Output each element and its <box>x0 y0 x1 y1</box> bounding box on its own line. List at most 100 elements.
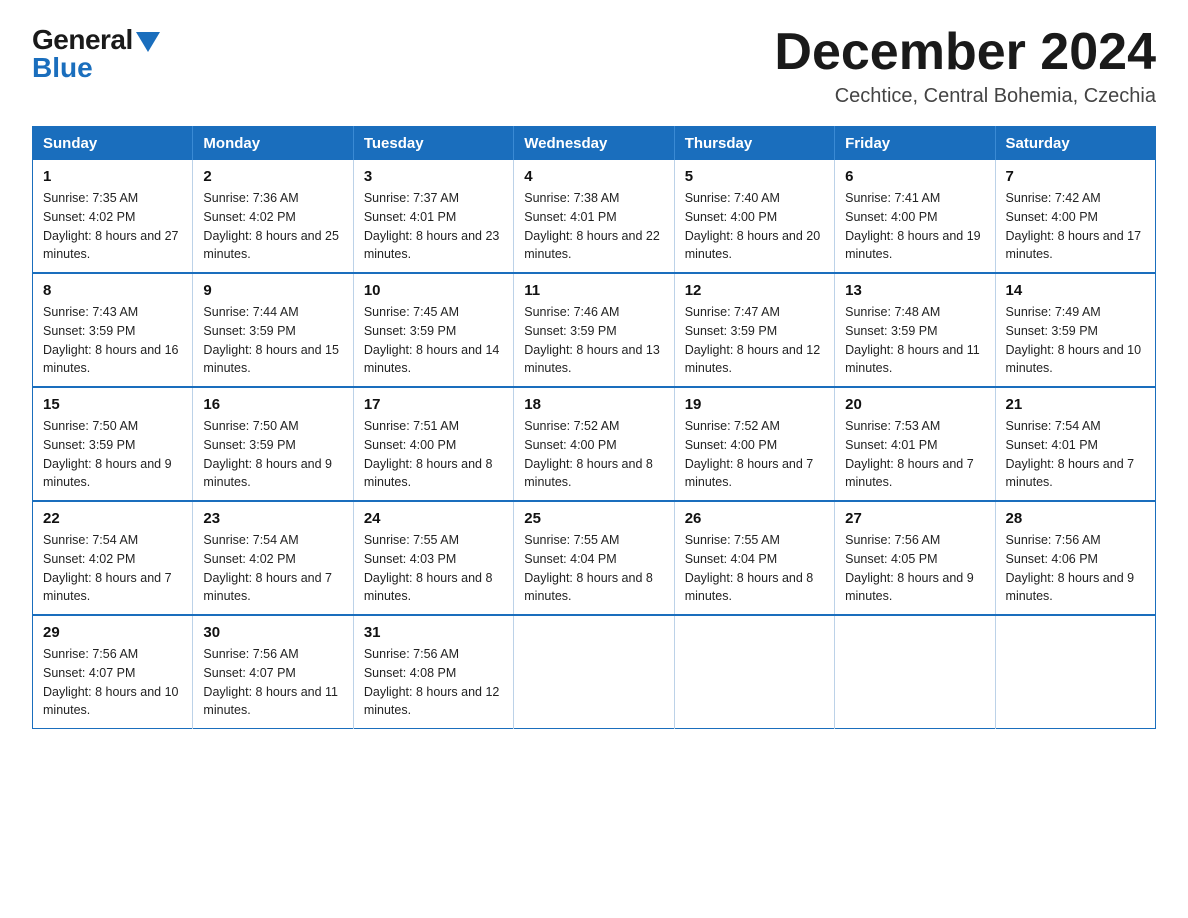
sunset-label: Sunset: 4:07 PM <box>43 666 135 680</box>
day-info: Sunrise: 7:53 AM Sunset: 4:01 PM Dayligh… <box>845 417 984 492</box>
sunset-label: Sunset: 4:04 PM <box>685 552 777 566</box>
day-info: Sunrise: 7:51 AM Sunset: 4:00 PM Dayligh… <box>364 417 503 492</box>
title-area: December 2024 Cechtice, Central Bohemia,… <box>774 24 1156 108</box>
calendar-cell: 29 Sunrise: 7:56 AM Sunset: 4:07 PM Dayl… <box>33 615 193 729</box>
calendar-cell: 24 Sunrise: 7:55 AM Sunset: 4:03 PM Dayl… <box>353 501 513 615</box>
day-info: Sunrise: 7:56 AM Sunset: 4:05 PM Dayligh… <box>845 531 984 606</box>
day-number: 7 <box>1006 168 1145 185</box>
daylight-label: Daylight: 8 hours and 20 minutes. <box>685 229 821 262</box>
sunrise-label: Sunrise: 7:43 AM <box>43 305 138 319</box>
sunset-label: Sunset: 4:03 PM <box>364 552 456 566</box>
sunset-label: Sunset: 4:00 PM <box>1006 210 1098 224</box>
calendar-week-row: 8 Sunrise: 7:43 AM Sunset: 3:59 PM Dayli… <box>33 273 1156 387</box>
sunset-label: Sunset: 4:00 PM <box>524 438 616 452</box>
page-header: General Blue December 2024 Cechtice, Cen… <box>32 24 1156 108</box>
daylight-label: Daylight: 8 hours and 27 minutes. <box>43 229 179 262</box>
calendar-cell: 1 Sunrise: 7:35 AM Sunset: 4:02 PM Dayli… <box>33 160 193 273</box>
calendar-cell: 31 Sunrise: 7:56 AM Sunset: 4:08 PM Dayl… <box>353 615 513 729</box>
calendar-cell: 23 Sunrise: 7:54 AM Sunset: 4:02 PM Dayl… <box>193 501 353 615</box>
calendar-cell: 12 Sunrise: 7:47 AM Sunset: 3:59 PM Dayl… <box>674 273 834 387</box>
day-info: Sunrise: 7:55 AM Sunset: 4:04 PM Dayligh… <box>685 531 824 606</box>
sunrise-label: Sunrise: 7:49 AM <box>1006 305 1101 319</box>
sunset-label: Sunset: 4:02 PM <box>203 552 295 566</box>
sunset-label: Sunset: 4:00 PM <box>364 438 456 452</box>
day-number: 21 <box>1006 396 1145 413</box>
day-info: Sunrise: 7:56 AM Sunset: 4:07 PM Dayligh… <box>43 645 182 720</box>
sunrise-label: Sunrise: 7:56 AM <box>845 533 940 547</box>
day-number: 16 <box>203 396 342 413</box>
day-number: 19 <box>685 396 824 413</box>
day-info: Sunrise: 7:52 AM Sunset: 4:00 PM Dayligh… <box>524 417 663 492</box>
logo-blue-text: Blue <box>32 52 93 84</box>
day-info: Sunrise: 7:54 AM Sunset: 4:02 PM Dayligh… <box>203 531 342 606</box>
daylight-label: Daylight: 8 hours and 17 minutes. <box>1006 229 1142 262</box>
sunset-label: Sunset: 4:00 PM <box>845 210 937 224</box>
sunrise-label: Sunrise: 7:56 AM <box>43 647 138 661</box>
daylight-label: Daylight: 8 hours and 8 minutes. <box>524 457 653 490</box>
weekday-header-tuesday: Tuesday <box>353 127 513 161</box>
day-info: Sunrise: 7:56 AM Sunset: 4:06 PM Dayligh… <box>1006 531 1145 606</box>
daylight-label: Daylight: 8 hours and 16 minutes. <box>43 343 179 376</box>
calendar-cell: 20 Sunrise: 7:53 AM Sunset: 4:01 PM Dayl… <box>835 387 995 501</box>
logo-triangle-icon <box>136 32 160 52</box>
calendar-cell: 27 Sunrise: 7:56 AM Sunset: 4:05 PM Dayl… <box>835 501 995 615</box>
daylight-label: Daylight: 8 hours and 7 minutes. <box>43 571 172 604</box>
sunrise-label: Sunrise: 7:54 AM <box>203 533 298 547</box>
day-number: 30 <box>203 624 342 641</box>
sunrise-label: Sunrise: 7:41 AM <box>845 191 940 205</box>
day-number: 13 <box>845 282 984 299</box>
day-info: Sunrise: 7:47 AM Sunset: 3:59 PM Dayligh… <box>685 303 824 378</box>
sunrise-label: Sunrise: 7:35 AM <box>43 191 138 205</box>
calendar-cell: 10 Sunrise: 7:45 AM Sunset: 3:59 PM Dayl… <box>353 273 513 387</box>
calendar-cell: 8 Sunrise: 7:43 AM Sunset: 3:59 PM Dayli… <box>33 273 193 387</box>
sunrise-label: Sunrise: 7:45 AM <box>364 305 459 319</box>
day-number: 25 <box>524 510 663 527</box>
day-info: Sunrise: 7:35 AM Sunset: 4:02 PM Dayligh… <box>43 189 182 264</box>
sunset-label: Sunset: 4:02 PM <box>43 552 135 566</box>
calendar-header-row: SundayMondayTuesdayWednesdayThursdayFrid… <box>33 127 1156 161</box>
day-number: 28 <box>1006 510 1145 527</box>
daylight-label: Daylight: 8 hours and 12 minutes. <box>685 343 821 376</box>
calendar-cell <box>514 615 674 729</box>
day-info: Sunrise: 7:36 AM Sunset: 4:02 PM Dayligh… <box>203 189 342 264</box>
calendar-cell: 9 Sunrise: 7:44 AM Sunset: 3:59 PM Dayli… <box>193 273 353 387</box>
day-number: 20 <box>845 396 984 413</box>
calendar-cell <box>674 615 834 729</box>
sunset-label: Sunset: 3:59 PM <box>203 438 295 452</box>
day-number: 5 <box>685 168 824 185</box>
daylight-label: Daylight: 8 hours and 7 minutes. <box>203 571 332 604</box>
day-number: 9 <box>203 282 342 299</box>
calendar-cell: 28 Sunrise: 7:56 AM Sunset: 4:06 PM Dayl… <box>995 501 1155 615</box>
day-number: 14 <box>1006 282 1145 299</box>
day-info: Sunrise: 7:45 AM Sunset: 3:59 PM Dayligh… <box>364 303 503 378</box>
day-number: 6 <box>845 168 984 185</box>
sunrise-label: Sunrise: 7:56 AM <box>203 647 298 661</box>
sunrise-label: Sunrise: 7:55 AM <box>685 533 780 547</box>
daylight-label: Daylight: 8 hours and 8 minutes. <box>685 571 814 604</box>
sunrise-label: Sunrise: 7:54 AM <box>1006 419 1101 433</box>
day-info: Sunrise: 7:54 AM Sunset: 4:01 PM Dayligh… <box>1006 417 1145 492</box>
daylight-label: Daylight: 8 hours and 9 minutes. <box>1006 571 1135 604</box>
sunset-label: Sunset: 4:00 PM <box>685 210 777 224</box>
day-number: 1 <box>43 168 182 185</box>
logo: General Blue <box>32 24 160 84</box>
calendar-cell: 7 Sunrise: 7:42 AM Sunset: 4:00 PM Dayli… <box>995 160 1155 273</box>
sunrise-label: Sunrise: 7:36 AM <box>203 191 298 205</box>
day-number: 15 <box>43 396 182 413</box>
sunset-label: Sunset: 4:08 PM <box>364 666 456 680</box>
day-number: 31 <box>364 624 503 641</box>
sunrise-label: Sunrise: 7:47 AM <box>685 305 780 319</box>
sunset-label: Sunset: 4:01 PM <box>524 210 616 224</box>
calendar-cell: 25 Sunrise: 7:55 AM Sunset: 4:04 PM Dayl… <box>514 501 674 615</box>
sunrise-label: Sunrise: 7:54 AM <box>43 533 138 547</box>
calendar-cell: 6 Sunrise: 7:41 AM Sunset: 4:00 PM Dayli… <box>835 160 995 273</box>
sunset-label: Sunset: 4:07 PM <box>203 666 295 680</box>
calendar-week-row: 29 Sunrise: 7:56 AM Sunset: 4:07 PM Dayl… <box>33 615 1156 729</box>
day-number: 2 <box>203 168 342 185</box>
sunrise-label: Sunrise: 7:42 AM <box>1006 191 1101 205</box>
day-number: 4 <box>524 168 663 185</box>
daylight-label: Daylight: 8 hours and 10 minutes. <box>43 685 179 718</box>
day-info: Sunrise: 7:55 AM Sunset: 4:04 PM Dayligh… <box>524 531 663 606</box>
day-info: Sunrise: 7:48 AM Sunset: 3:59 PM Dayligh… <box>845 303 984 378</box>
calendar-cell: 3 Sunrise: 7:37 AM Sunset: 4:01 PM Dayli… <box>353 160 513 273</box>
